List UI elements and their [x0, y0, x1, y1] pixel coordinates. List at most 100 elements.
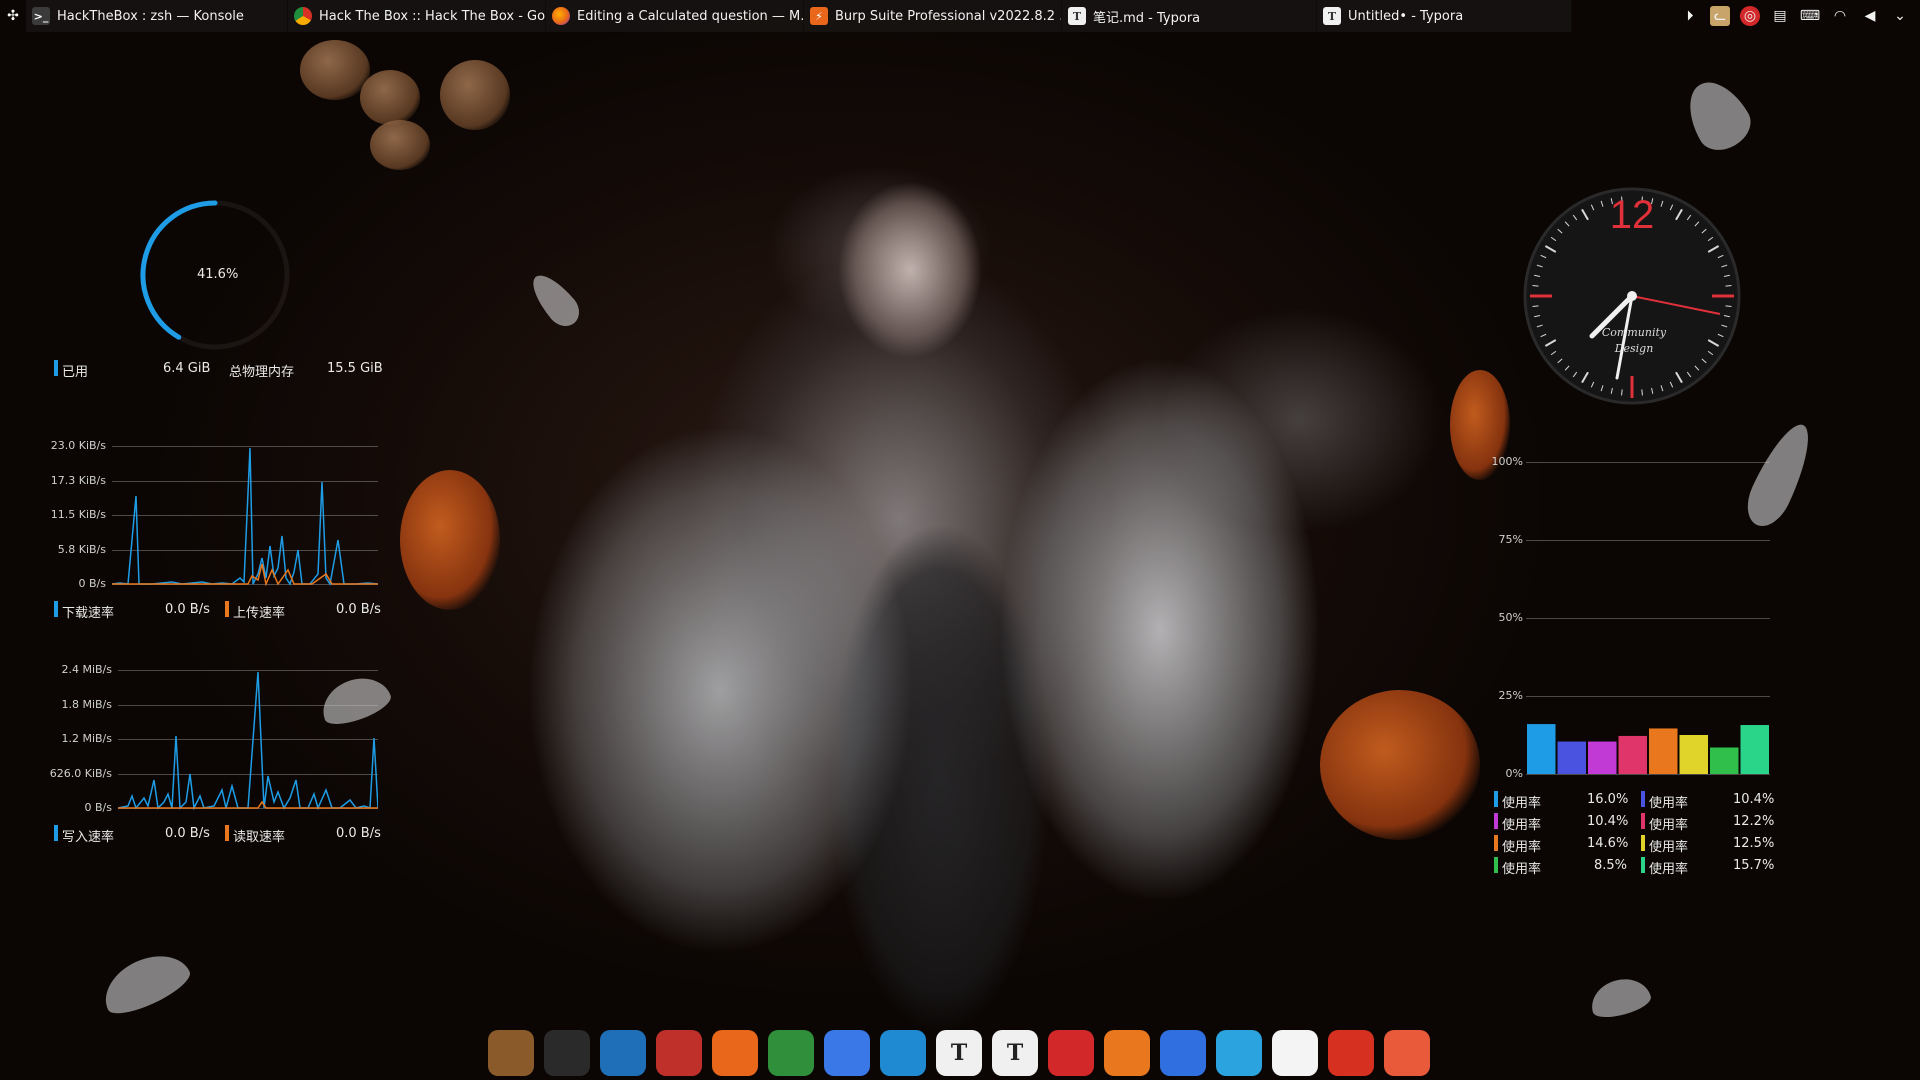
task-title: Editing a Calculated question — M... [577, 8, 804, 24]
task-title: Untitled• - Typora [1348, 8, 1464, 24]
wireshark-icon[interactable] [600, 1030, 646, 1076]
wps-icon[interactable] [1328, 1030, 1374, 1076]
multi-window-icon[interactable] [1104, 1030, 1150, 1076]
core-marker [1641, 857, 1645, 873]
typora-icon: T [1323, 7, 1341, 25]
core-label: 使用率 [1649, 818, 1689, 833]
volume-icon[interactable]: ◀ [1860, 6, 1880, 26]
core-label: 使用率 [1649, 840, 1689, 855]
google-icon[interactable] [824, 1030, 870, 1076]
gridline [1526, 774, 1770, 775]
telegram-icon[interactable] [1216, 1030, 1262, 1076]
wifi-icon[interactable]: ◠ [1830, 6, 1850, 26]
download-label: 下载速率 [62, 606, 115, 621]
burp-icon[interactable] [544, 1030, 590, 1076]
presentation-app-icon[interactable] [1384, 1030, 1430, 1076]
disk-tick-2: 1.2 MiB/s [61, 732, 112, 745]
core-marker [1494, 857, 1498, 873]
typora-icon: T [1068, 7, 1086, 25]
cpu-tick-3: 25% [1498, 689, 1523, 702]
terminal-icon: >_ [32, 7, 50, 25]
netease-music-icon[interactable] [1048, 1030, 1094, 1076]
upload-marker [225, 601, 229, 617]
core-value: 12.2% [1733, 814, 1775, 829]
cpu-core-bar [1527, 724, 1556, 774]
clock-twelve: 12 [1610, 193, 1655, 237]
task-title: Burp Suite Professional v2022.8.2 ... [835, 8, 1062, 24]
core-marker [1494, 791, 1498, 807]
dock: TT [488, 1028, 1430, 1078]
core-value: 14.6% [1587, 836, 1629, 851]
wallpaper-petal [1586, 972, 1654, 1023]
netease-music-icon[interactable]: ◎ [1740, 6, 1760, 26]
download-marker [54, 601, 58, 617]
clock-tick [1725, 285, 1732, 287]
task-chrome[interactable]: Hack The Box :: Hack The Box - Go... [288, 0, 546, 32]
core-label: 使用率 [1502, 862, 1542, 877]
task-typora-untitled[interactable]: T Untitled• - Typora [1317, 0, 1572, 32]
core-label: 使用率 [1502, 840, 1542, 855]
crab-app-icon[interactable] [656, 1030, 702, 1076]
core-marker [1641, 813, 1645, 829]
core-marker [1494, 835, 1498, 851]
clock-brand-line2: Design [1614, 342, 1654, 355]
upload-label: 上传速率 [233, 606, 286, 621]
task-burp[interactable]: ⚡ Burp Suite Professional v2022.8.2 ... [804, 0, 1062, 32]
core-label: 使用率 [1502, 796, 1542, 811]
core-value: 10.4% [1587, 814, 1629, 829]
wallpaper-stone [300, 40, 370, 100]
wallpaper-goldfish [1320, 690, 1480, 840]
wallpaper-figure [520, 170, 1360, 1070]
keyboard-icon[interactable]: ⌨ [1800, 6, 1820, 26]
write-series-line [118, 671, 378, 810]
network-tick-3: 5.8 KiB/s [57, 543, 106, 556]
cpu-core-bar [1740, 725, 1769, 774]
cpu-tick-1: 75% [1498, 533, 1523, 546]
core-marker [1641, 791, 1645, 807]
java-icon[interactable] [1272, 1030, 1318, 1076]
media-play-icon[interactable]: ⏵ [1680, 6, 1700, 26]
network-graph [112, 447, 378, 586]
network-tick-2: 11.5 KiB/s [50, 508, 106, 521]
wallpaper-petal [94, 943, 196, 1022]
write-label: 写入速率 [62, 830, 115, 845]
firefox-icon[interactable] [712, 1030, 758, 1076]
core-label: 使用率 [1502, 818, 1542, 833]
application-launcher-icon[interactable]: ✣ [0, 0, 26, 32]
typora-icon[interactable]: T [936, 1030, 982, 1076]
chrome-icon [294, 7, 312, 25]
cat-app-icon[interactable]: ᓚ [1710, 6, 1730, 26]
typora-icon[interactable]: T [992, 1030, 1038, 1076]
core-value: 10.4% [1733, 792, 1775, 807]
network-tick-0: 23.0 KiB/s [50, 439, 106, 452]
task-firefox[interactable]: Editing a Calculated question — M... [546, 0, 804, 32]
chevron-down-icon[interactable]: ⌄ [1890, 6, 1910, 26]
disk-graph [118, 671, 378, 810]
top-panel: ✣ >_ HackTheBox : zsh — Konsole Hack The… [0, 0, 1920, 32]
memory-total-value: 15.5 GiB [327, 361, 383, 376]
network-tick-4: 0 B/s [78, 577, 106, 590]
task-typora-notes[interactable]: T 笔记.md - Typora [1062, 0, 1317, 32]
clipboard-icon[interactable]: ▤ [1770, 6, 1790, 26]
cpu-core-bar [1618, 735, 1647, 774]
wallpaper-goldfish [400, 470, 500, 610]
vscode-icon[interactable] [880, 1030, 926, 1076]
analog-clock: 12 Community Design [1523, 187, 1741, 405]
system-tray: ⏵ ᓚ ◎ ▤ ⌨ ◠ ◀ ⌄ [1680, 0, 1920, 32]
read-label: 读取速率 [233, 830, 286, 845]
cpu-core-bar [1710, 747, 1739, 774]
memory-used-label: 已用 [62, 365, 89, 380]
core-marker [1641, 835, 1645, 851]
core-value: 15.7% [1733, 858, 1775, 873]
tiger-app-icon[interactable] [488, 1030, 534, 1076]
task-title: Hack The Box :: Hack The Box - Go... [319, 8, 546, 24]
wallpaper-petal [1676, 70, 1759, 160]
mountain-app-icon[interactable] [1160, 1030, 1206, 1076]
task-konsole[interactable]: >_ HackTheBox : zsh — Konsole [26, 0, 288, 32]
disk-tick-1: 1.8 MiB/s [61, 698, 112, 711]
cpu-bar-chart [1527, 724, 1769, 774]
used-marker [54, 360, 58, 376]
chrome-icon[interactable] [768, 1030, 814, 1076]
memory-percent: 41.6% [197, 267, 239, 282]
wallpaper-petal [524, 267, 586, 333]
